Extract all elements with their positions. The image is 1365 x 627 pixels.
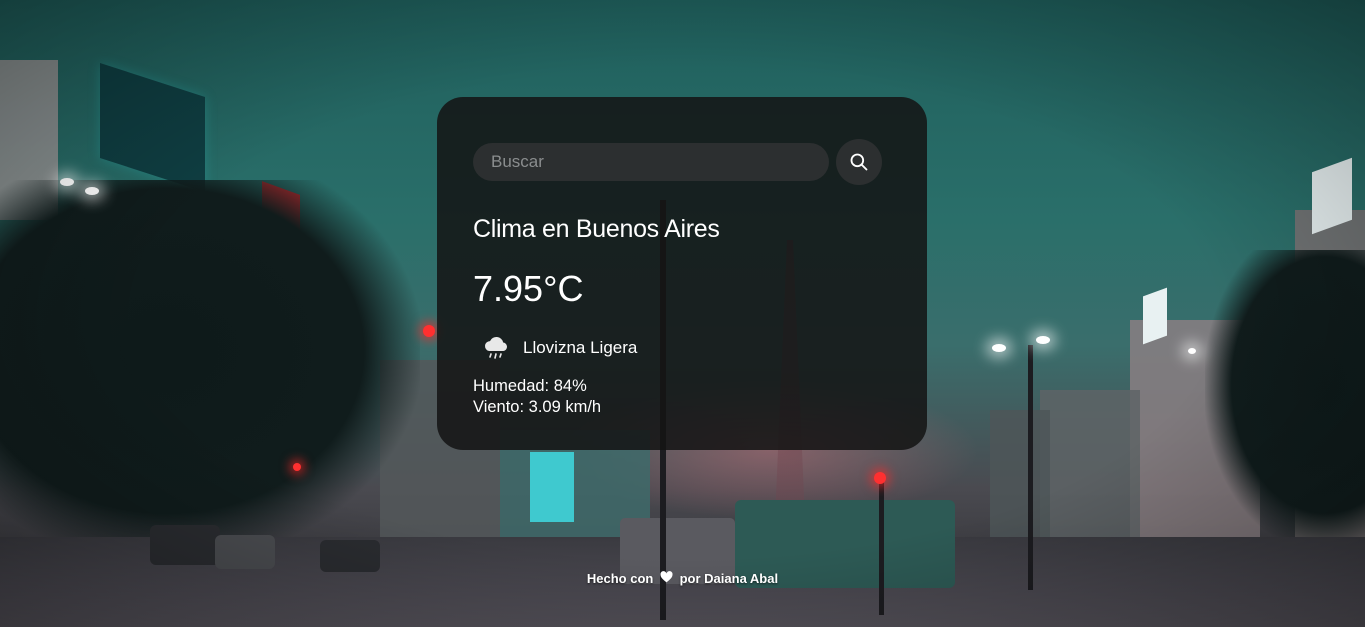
weather-details: Humedad: 84% Viento: 3.09 km/h (473, 376, 891, 418)
search-button[interactable] (836, 139, 882, 185)
wind: Viento: 3.09 km/h (473, 398, 602, 416)
search-icon (850, 153, 868, 171)
cloud-drizzle-icon (484, 337, 508, 359)
temperature: 7.95°C (473, 268, 584, 309)
heart-icon (660, 571, 673, 583)
footer-prefix: Hecho con (586, 571, 654, 586)
humidity: Humedad: 84% (473, 377, 587, 395)
footer: Hecho con por Daiana Abal (0, 571, 1365, 586)
search-bar (473, 139, 891, 185)
city-title: Clima en Buenos Aires (473, 215, 720, 243)
weather-card: Clima en Buenos Aires 7.95°C Llovizna Li… (437, 97, 927, 450)
weather-description: Llovizna Ligera (523, 338, 638, 357)
weather-description-row: Llovizna Ligera (481, 334, 891, 362)
search-input[interactable] (473, 143, 829, 181)
footer-author: por Daiana Abal (679, 571, 779, 586)
